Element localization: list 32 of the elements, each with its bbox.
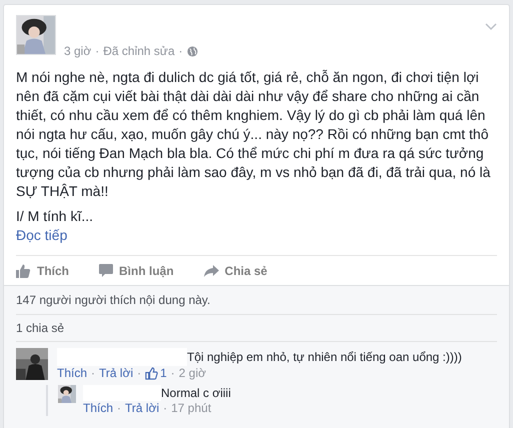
share-arrow-icon bbox=[204, 264, 219, 276]
thumbs-up-icon bbox=[145, 367, 158, 380]
comment-button[interactable]: Bình luận bbox=[99, 262, 174, 280]
thumbs-up-icon bbox=[16, 264, 31, 278]
chevron-down-icon[interactable] bbox=[485, 23, 497, 31]
like-button[interactable]: Thích bbox=[16, 262, 69, 280]
globe-icon bbox=[186, 46, 198, 56]
share-button[interactable]: Chia sẻ bbox=[204, 262, 268, 280]
separator-dot: · bbox=[95, 43, 100, 60]
read-more-link[interactable]: Đọc tiếp bbox=[16, 226, 68, 245]
like-link[interactable]: Thích bbox=[57, 366, 88, 381]
comment-text: Tội nghiệp em nhỏ, tự nhiên nổi tiếng oan uổng :)))) bbox=[187, 349, 462, 366]
post-text: I/ M tính kĩ... bbox=[16, 207, 94, 226]
separator-dot: · bbox=[178, 43, 183, 60]
comment-time: 17 phút bbox=[171, 401, 212, 416]
post-time[interactable]: 3 giờ bbox=[64, 42, 92, 60]
separator-dot: · bbox=[163, 401, 168, 416]
like-count: 1 bbox=[160, 366, 167, 381]
separator-dot: · bbox=[91, 366, 96, 381]
speech-bubble-icon bbox=[99, 264, 113, 277]
separator-dot: · bbox=[170, 366, 175, 381]
post-text: M nói nghe nè, ngta đi dulich dc giá tốt, giá rẻ, chỗ ăn ngon, đi chơi tiện lợi nên đã cặm cụi viết bài thật dài dài dài như vậy để share cho những ai cần thiết, có nhu cầu xem để có thêm knghiem. Vậy lý do gì cb phải làm quá lên nói ngta hư cấu, xạo, muốn gây chú ý... này nọ?? Rồi có những bạn cmt thô tục, nói tiếng Đan Mạch bla bla. Có thể mức chi phí m đưa ra qá sức tưởng tượng của cb nhưng phải làm sao đây, m vs nhỏ bạn đã đi, đã trải qua, nó là SỰ THẬT mà!! bbox=[16, 68, 492, 201]
reply-link[interactable]: Trả lời bbox=[125, 401, 160, 416]
comment-text: Normal c ơiiii bbox=[161, 385, 231, 401]
shares-summary[interactable]: 1 chia sẻ bbox=[16, 321, 64, 335]
separator-dot: · bbox=[137, 366, 142, 381]
edited-label[interactable]: Đã chỉnh sửa bbox=[103, 42, 175, 60]
likes-summary[interactable]: 147 người người thích nội dung này. bbox=[16, 293, 210, 307]
comment-time: 2 giờ bbox=[178, 366, 206, 381]
separator-dot: · bbox=[117, 401, 122, 416]
reply-link[interactable]: Trả lời bbox=[99, 366, 134, 381]
like-link[interactable]: Thích bbox=[83, 401, 114, 416]
